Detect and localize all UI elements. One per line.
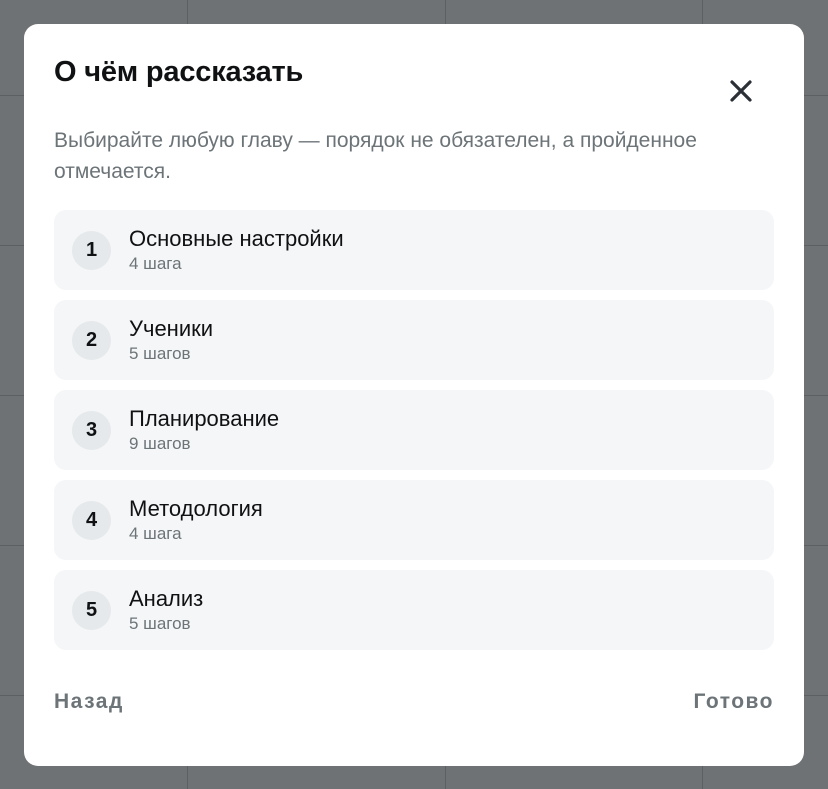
chapter-title: Методология: [129, 496, 263, 521]
chapter-text: Анализ 5 шагов: [129, 585, 203, 635]
chapter-steps-count: 5 шагов: [129, 614, 191, 633]
chapter-number-badge: 5: [72, 590, 111, 630]
close-icon: [730, 80, 752, 102]
chapter-list: 1 Основные настройки 4 шага 2 Ученики 5 …: [54, 210, 774, 660]
chapter-steps-count: 4 шага: [129, 524, 182, 543]
modal-title: О чём рассказать: [54, 56, 304, 88]
chapter-steps-count: 5 шагов: [129, 344, 191, 363]
chapter-item-methodology[interactable]: 4 Методология 4 шага: [54, 480, 774, 560]
chapter-text: Основные настройки 4 шага: [129, 225, 344, 275]
chapter-text: Методология 4 шага: [129, 495, 263, 545]
chapter-item-analysis[interactable]: 5 Анализ 5 шагов: [54, 570, 774, 650]
close-button[interactable]: [724, 74, 758, 108]
chapter-text: Планирование 9 шагов: [129, 405, 279, 455]
chapter-title: Основные настройки: [129, 226, 344, 251]
done-button[interactable]: Готово: [694, 688, 774, 716]
chapter-number-badge: 3: [72, 410, 111, 450]
modal-subtitle: Выбирайте любую главу — порядок не обяза…: [54, 129, 697, 183]
chapter-title: Планирование: [129, 406, 280, 431]
chapter-title: Ученики: [129, 316, 214, 341]
chapter-item-basic-settings[interactable]: 1 Основные настройки 4 шага: [54, 210, 774, 290]
chapter-item-students[interactable]: 2 Ученики 5 шагов: [54, 300, 774, 380]
chapter-item-planning[interactable]: 3 Планирование 9 шагов: [54, 390, 774, 470]
chapter-picker-modal: О чём рассказать Выбирайте любую главу —…: [24, 24, 804, 766]
chapter-steps-count: 9 шагов: [129, 434, 191, 453]
chapter-number-badge: 2: [72, 320, 111, 360]
chapter-number-badge: 1: [72, 230, 111, 270]
chapter-number-badge: 4: [72, 500, 111, 540]
chapter-steps-count: 4 шага: [129, 254, 182, 273]
chapter-text: Ученики 5 шагов: [129, 315, 213, 365]
chapter-title: Анализ: [129, 586, 204, 611]
back-button[interactable]: Назад: [54, 688, 124, 716]
